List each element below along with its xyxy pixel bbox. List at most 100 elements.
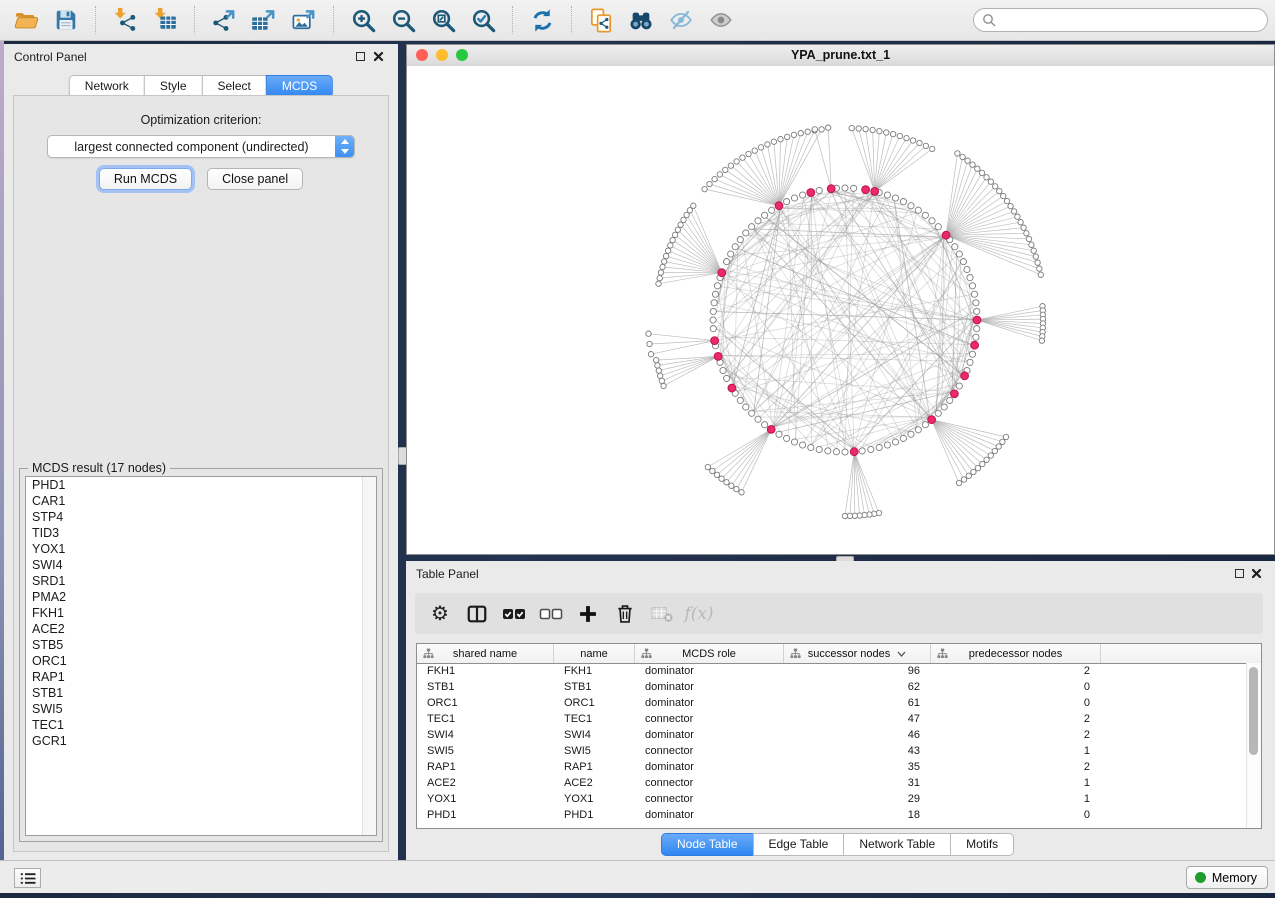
list-item[interactable]: PHD1	[26, 477, 376, 493]
zoom-fit-button[interactable]	[425, 3, 461, 37]
mcds-result-list: PHD1CAR1STP4TID3YOX1SWI4SRD1PMA2FKH1ACE2…	[25, 476, 377, 836]
zoom-in-button[interactable]	[345, 3, 381, 37]
list-item[interactable]: PMA2	[26, 589, 376, 605]
memory-button[interactable]: Memory	[1186, 866, 1268, 889]
table-cell: connector	[635, 743, 784, 759]
table-cell: STB1	[417, 679, 554, 695]
toolbar-separator	[512, 6, 513, 34]
first-neighbors-icon	[627, 7, 655, 33]
table-scrollbar[interactable]	[1246, 663, 1261, 828]
zoom-selected-button[interactable]	[465, 3, 501, 37]
list-item[interactable]: SWI4	[26, 557, 376, 573]
table-cell: STB1	[554, 679, 635, 695]
export-image-button[interactable]	[286, 3, 322, 37]
table-tab-motifs[interactable]: Motifs	[950, 833, 1014, 856]
show-all-button[interactable]	[703, 3, 739, 37]
table-cell: 35	[784, 759, 931, 775]
table-tab-network-table[interactable]: Network Table	[843, 833, 951, 856]
close-table-panel-button[interactable]	[1251, 567, 1264, 580]
open-file-button[interactable]	[8, 3, 44, 37]
select-all-rows-button[interactable]	[499, 599, 529, 629]
table-row[interactable]: SWI5SWI5connector431	[417, 743, 1247, 759]
dropdown-stepper-icon	[335, 136, 354, 157]
list-item[interactable]: ACE2	[26, 621, 376, 637]
list-item[interactable]: STB5	[26, 637, 376, 653]
memory-status-icon	[1195, 872, 1206, 883]
column-label: name	[580, 648, 608, 660]
delete-column-icon	[615, 603, 635, 625]
export-network-icon	[211, 7, 238, 34]
refresh-network-button[interactable]	[524, 3, 560, 37]
column-header-filler	[1101, 644, 1261, 663]
table-row[interactable]: PHD1PHD1dominator180	[417, 807, 1247, 823]
show-columns-icon	[466, 603, 488, 625]
list-item[interactable]: TEC1	[26, 717, 376, 733]
desktop: { "toolbar": { "groups": [ ["open-file",…	[0, 0, 1275, 898]
toolbar-separator	[194, 6, 195, 34]
list-item[interactable]: SRD1	[26, 573, 376, 589]
table-row[interactable]: STB1STB1dominator620	[417, 679, 1247, 695]
close-icon	[1251, 568, 1262, 579]
table-cell: 61	[784, 695, 931, 711]
import-table-button[interactable]	[147, 3, 183, 37]
function-builder-icon: f(x)	[684, 604, 713, 624]
show-columns-button[interactable]	[462, 599, 492, 629]
table-row[interactable]: ACE2ACE2connector311	[417, 775, 1247, 791]
list-item[interactable]: FKH1	[26, 605, 376, 621]
table-cell: ORC1	[554, 695, 635, 711]
list-item[interactable]: YOX1	[26, 541, 376, 557]
column-header-MCDS-role[interactable]: MCDS role	[635, 644, 784, 663]
zoom-out-button[interactable]	[385, 3, 421, 37]
control-panel: Control Panel NetworkStyleSelectMCDS Opt…	[4, 44, 398, 860]
memory-label: Memory	[1212, 871, 1257, 885]
run-mcds-button[interactable]: Run MCDS	[99, 168, 192, 190]
show-panels-menu-button[interactable]	[14, 868, 41, 888]
table-row[interactable]: SWI4SWI4dominator462	[417, 727, 1247, 743]
hide-selected-button[interactable]	[663, 3, 699, 37]
table-cell: YOX1	[417, 791, 554, 807]
import-network-button[interactable]	[107, 3, 143, 37]
column-header-shared-name[interactable]: shared name	[417, 644, 554, 663]
float-panel-button[interactable]	[356, 52, 365, 61]
list-item[interactable]: TID3	[26, 525, 376, 541]
list-item[interactable]: STP4	[26, 509, 376, 525]
table-panel: Table Panel ⚙f(x) shared namenameMCDS ro…	[406, 561, 1275, 860]
table-row[interactable]: ORC1ORC1dominator610	[417, 695, 1247, 711]
list-item[interactable]: RAP1	[26, 669, 376, 685]
export-table-button[interactable]	[246, 3, 282, 37]
table-tab-edge-table[interactable]: Edge Table	[753, 833, 845, 856]
table-cell: 31	[784, 775, 931, 791]
clone-network-button[interactable]	[583, 3, 619, 37]
table-mode-gear-button[interactable]: ⚙	[425, 599, 455, 629]
network-canvas[interactable]	[407, 66, 1274, 554]
list-item[interactable]: ORC1	[26, 653, 376, 669]
hide-selected-icon	[667, 7, 695, 33]
list-scrollbar[interactable]	[362, 477, 376, 835]
create-column-button[interactable]	[573, 599, 603, 629]
close-panel-button[interactable]: Close panel	[207, 168, 303, 190]
deselect-all-rows-button[interactable]	[536, 599, 566, 629]
float-table-panel-button[interactable]	[1235, 569, 1244, 578]
list-item[interactable]: GCR1	[26, 733, 376, 749]
list-item[interactable]: STB1	[26, 685, 376, 701]
list-item[interactable]: CAR1	[26, 493, 376, 509]
delete-column-button[interactable]	[610, 599, 640, 629]
table-scrollbar-thumb[interactable]	[1249, 667, 1258, 755]
table-tab-node-table[interactable]: Node Table	[661, 833, 754, 856]
table-row[interactable]: YOX1YOX1connector291	[417, 791, 1247, 807]
optimization-criterion-dropdown[interactable]: largest connected component (undirected)	[47, 135, 355, 158]
column-header-predecessor-nodes[interactable]: predecessor nodes	[931, 644, 1101, 663]
search-input[interactable]	[1001, 10, 1267, 30]
column-header-name[interactable]: name	[554, 644, 635, 663]
first-neighbors-button[interactable]	[623, 3, 659, 37]
table-row[interactable]: FKH1FKH1dominator962	[417, 663, 1247, 679]
export-network-button[interactable]	[206, 3, 242, 37]
delete-table-icon	[650, 604, 674, 624]
close-panel-icon-button[interactable]	[373, 50, 386, 63]
table-cell: 2	[931, 727, 1101, 743]
list-item[interactable]: SWI5	[26, 701, 376, 717]
column-header-successor-nodes[interactable]: successor nodes	[784, 644, 931, 663]
table-row[interactable]: RAP1RAP1dominator352	[417, 759, 1247, 775]
save-session-button[interactable]	[48, 3, 84, 37]
table-row[interactable]: TEC1TEC1connector472	[417, 711, 1247, 727]
